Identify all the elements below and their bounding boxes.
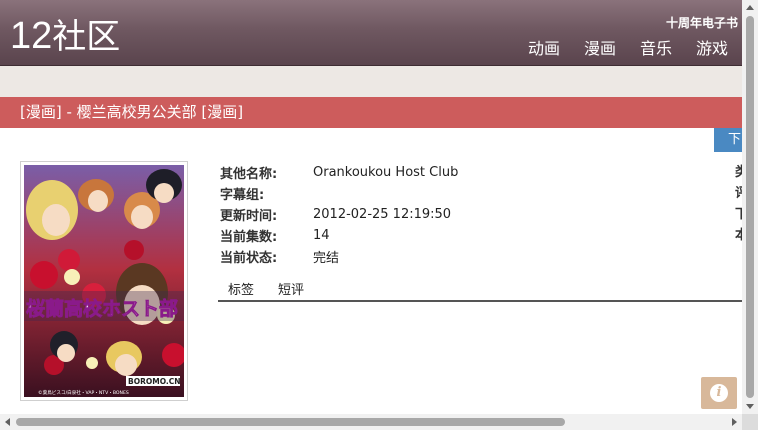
detail-label: 当前集数: xyxy=(220,230,278,245)
detail-value: 2012-02-25 12:19:50 xyxy=(313,207,452,222)
detail-right-column: 类 评 下 本 xyxy=(735,162,742,246)
detail-row-alt-name: 其他名称: Orankoukou Host Club xyxy=(220,162,458,183)
promo-link[interactable]: 十周年电子书 xyxy=(666,14,738,31)
right-label: 本 xyxy=(735,228,742,243)
main-nav: 动画 漫画 音乐 游戏 xyxy=(504,38,728,60)
tab-reviews[interactable]: 短评 xyxy=(278,282,304,300)
header-spacer-band xyxy=(0,66,742,97)
site-logo[interactable]: 12社区 xyxy=(10,14,120,59)
detail-list: 其他名称: Orankoukou Host Club 字幕组: 更新时间: 20… xyxy=(220,162,458,267)
scroll-left-arrow-icon[interactable] xyxy=(5,418,10,426)
detail-row-episodes: 当前集数: 14 xyxy=(220,225,458,246)
nav-item-anime[interactable]: 动画 xyxy=(528,38,560,60)
vertical-scroll-thumb[interactable] xyxy=(746,16,754,398)
detail-label: 其他名称: xyxy=(220,167,278,182)
detail-label: 当前状态: xyxy=(220,251,278,266)
detail-row-subgroup: 字幕组: xyxy=(220,183,458,204)
cover-image[interactable]: 桜蘭高校ホスト部 BOROMO.CN ©葉鳥ビスコ/白泉社・VAP・NTV・BO… xyxy=(24,165,184,397)
tab-tags[interactable]: 标签 xyxy=(228,282,254,300)
scroll-down-arrow-icon[interactable] xyxy=(746,404,754,409)
detail-value: Orankoukou Host Club xyxy=(313,165,459,180)
scrollbar-corner xyxy=(742,414,758,430)
scroll-right-arrow-icon[interactable] xyxy=(732,418,737,426)
horizontal-scroll-thumb[interactable] xyxy=(16,418,565,426)
detail-value: 14 xyxy=(313,228,330,243)
right-label: 下 xyxy=(735,207,742,222)
page-title-bar: [漫画] - 樱兰高校男公关部 [漫画] xyxy=(0,97,742,128)
right-label: 类 xyxy=(735,165,742,180)
download-button[interactable]: 下 xyxy=(714,128,742,152)
page-viewport: 12社区 十周年电子书 动画 漫画 音乐 游戏 [漫画] - 樱兰高校男公关部 … xyxy=(0,0,742,414)
right-label: 评 xyxy=(735,186,742,201)
page-title: [漫画] - 樱兰高校男公关部 [漫画] xyxy=(20,103,244,121)
logo-text: 社区 xyxy=(52,17,121,57)
cover-frame: 桜蘭高校ホスト部 BOROMO.CN ©葉鳥ビスコ/白泉社・VAP・NTV・BO… xyxy=(20,161,188,401)
cover-label: BOROMO.CN xyxy=(128,377,181,386)
info-icon: i xyxy=(710,384,728,402)
detail-label: 更新时间: xyxy=(220,209,278,224)
detail-value: 完结 xyxy=(313,251,340,266)
horizontal-scrollbar[interactable] xyxy=(0,414,742,430)
cover-illustration: 桜蘭高校ホスト部 BOROMO.CN ©葉鳥ビスコ/白泉社・VAP・NTV・BO… xyxy=(24,165,184,397)
scroll-up-arrow-icon[interactable] xyxy=(746,5,754,10)
nav-item-games[interactable]: 游戏 xyxy=(696,38,728,60)
vertical-scrollbar[interactable] xyxy=(742,0,758,414)
nav-item-music[interactable]: 音乐 xyxy=(640,38,672,60)
site-header: 12社区 十周年电子书 动画 漫画 音乐 游戏 xyxy=(0,0,742,66)
detail-label: 字幕组: xyxy=(220,188,265,203)
cover-title-art: 桜蘭高校ホスト部 xyxy=(26,297,178,320)
logo-number: 12 xyxy=(10,15,53,57)
detail-row-updated: 更新时间: 2012-02-25 12:19:50 xyxy=(220,204,458,225)
content-tabs: 标签 短评 xyxy=(218,282,742,302)
info-button[interactable]: i xyxy=(701,377,737,409)
cover-credit: ©葉鳥ビスコ/白泉社・VAP・NTV・BONES xyxy=(38,389,129,396)
nav-item-manga[interactable]: 漫画 xyxy=(584,38,616,60)
detail-row-status: 当前状态: 完结 xyxy=(220,246,458,267)
